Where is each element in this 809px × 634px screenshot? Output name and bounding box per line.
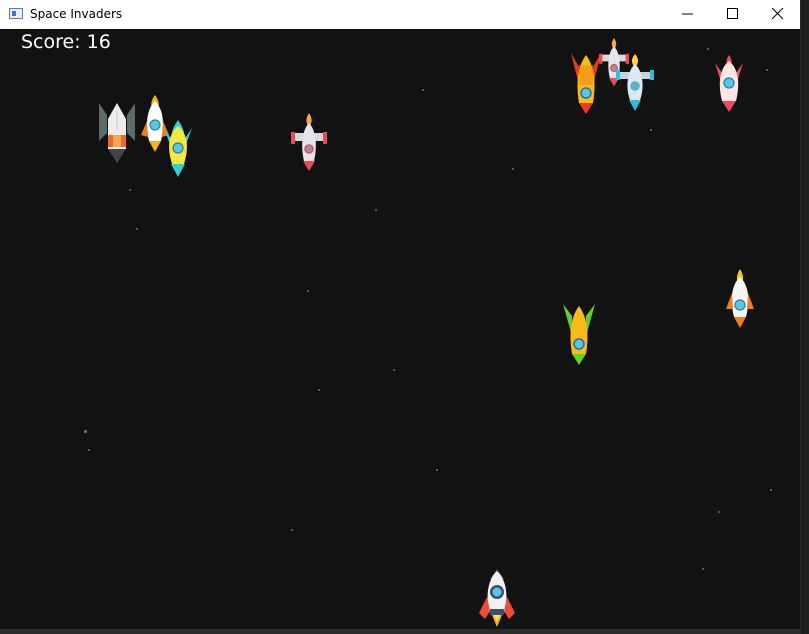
star — [718, 511, 720, 513]
enemy-ship — [99, 103, 135, 163]
star — [512, 168, 514, 170]
enemy-ship — [571, 53, 601, 114]
score-label: Score: 16 — [21, 31, 111, 53]
star — [770, 489, 772, 491]
maximize-button[interactable] — [710, 0, 756, 29]
enemy-ship — [291, 113, 327, 171]
star — [307, 290, 309, 292]
star — [129, 189, 131, 191]
star — [136, 228, 138, 230]
player-ship[interactable] — [477, 569, 517, 629]
close-icon — [772, 8, 784, 20]
star — [393, 369, 395, 371]
taskbar-edge — [0, 629, 800, 634]
enemy-ship — [715, 55, 743, 112]
star — [88, 449, 90, 451]
star — [436, 469, 438, 471]
title-bar[interactable]: Space Invaders — [0, 0, 800, 29]
game-window: Space Invaders Score: 16 — [0, 0, 801, 634]
minimize-button[interactable] — [665, 0, 711, 29]
maximize-icon — [727, 8, 738, 19]
app-icon — [9, 8, 23, 19]
star — [84, 430, 87, 433]
star — [318, 389, 320, 391]
enemy-ship — [616, 54, 654, 111]
star — [766, 69, 768, 71]
enemy-ship — [164, 120, 192, 177]
star — [650, 129, 652, 131]
star — [375, 209, 377, 211]
star — [422, 89, 424, 91]
game-canvas[interactable]: Score: 16 — [0, 29, 800, 629]
star — [702, 568, 704, 570]
star — [707, 48, 709, 50]
window-title: Space Invaders — [30, 7, 123, 21]
close-button[interactable] — [755, 0, 801, 29]
enemy-ship — [563, 304, 595, 365]
star — [291, 529, 293, 531]
enemy-ship — [726, 269, 754, 328]
minimize-icon — [682, 13, 693, 15]
